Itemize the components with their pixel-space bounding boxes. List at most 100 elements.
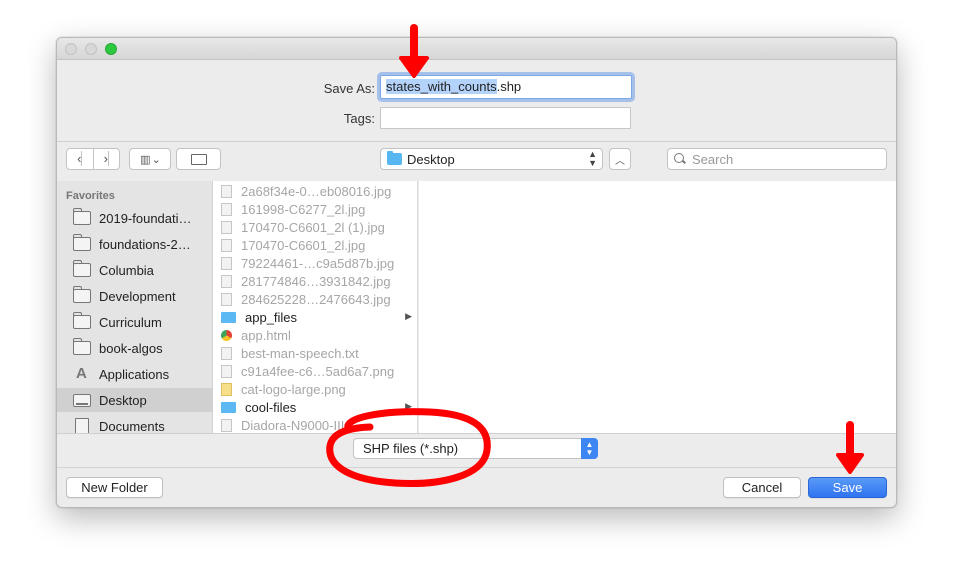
text-file-icon (221, 346, 232, 360)
sidebar-item-label: book-algos (99, 340, 163, 356)
sidebar-item-label: Documents (99, 418, 165, 434)
sidebar-item-curriculum[interactable]: Curriculum (57, 310, 212, 334)
folder-icon (73, 260, 91, 277)
zoom-window-button[interactable] (105, 43, 117, 55)
sidebar: Favorites 2019-foundati… foundations-2… … (57, 181, 213, 433)
image-file-icon (221, 364, 232, 378)
sidebar-item-label: Desktop (99, 392, 147, 408)
image-file-icon (221, 382, 232, 396)
cancel-button[interactable]: Cancel (723, 477, 801, 498)
view-mode-button[interactable]: ▥ ⌄ (129, 148, 171, 170)
search-placeholder: Search (692, 151, 734, 167)
tags-label: Tags: (343, 111, 375, 126)
file-name: c91a4fee-c6…5ad6a7.png (241, 363, 395, 379)
file-name: 161998-C6277_2l.jpg (241, 201, 366, 217)
list-item: 170470-C6601_2l (1).jpg (213, 218, 417, 236)
list-item: cat-logo-large.png (213, 380, 417, 398)
sidebar-item-label: 2019-foundati… (99, 210, 192, 226)
back-forward-buttons: ‹ › (66, 148, 120, 170)
list-item: 2a68f34e-0…eb08016.jpg (213, 182, 417, 200)
file-name: 281774846…3931842.jpg (241, 273, 391, 289)
sidebar-item-documents[interactable]: Documents (57, 414, 212, 434)
save-as-label: Save As: (323, 81, 375, 96)
image-file-icon (221, 418, 232, 432)
list-item: 170470-C6601_2l.jpg (213, 236, 417, 254)
list-item: 79224461-…c9a5d87b.jpg (213, 254, 417, 272)
sidebar-item-label: Applications (99, 366, 170, 382)
search-icon (674, 153, 686, 165)
folder-icon (387, 151, 402, 165)
file-name: 170470-C6601_2l (1).jpg (241, 219, 385, 235)
document-icon (75, 418, 89, 433)
chevron-up-icon: ︿ (615, 155, 625, 167)
folder-icon (221, 311, 236, 323)
list-item: 281774846…3931842.jpg (213, 272, 417, 290)
sidebar-item-development[interactable]: Development (57, 284, 212, 308)
disclosure-arrow-icon: ▶ (405, 311, 412, 321)
list-item: Diadora-N9000-III… (213, 416, 417, 433)
save-dialog: Save As: states_with_counts.shp Tags: ‹ … (56, 37, 897, 508)
button-bar-divider (57, 467, 896, 468)
desktop-icon (73, 393, 91, 407)
sidebar-header: Favorites (66, 190, 115, 202)
list-item: c91a4fee-c6…5ad6a7.png (213, 362, 417, 380)
new-folder-icon (190, 153, 207, 165)
search-field[interactable]: Search (667, 148, 887, 170)
filename-input[interactable]: states_with_counts.shp (380, 75, 632, 99)
filename-extension: .shp (496, 79, 522, 94)
list-item-folder[interactable]: cool-files ▶ (213, 398, 417, 416)
sidebar-item-columbia[interactable]: Columbia (57, 258, 212, 282)
file-name: app_files (245, 309, 298, 325)
file-format-value: SHP files (*.shp) (363, 441, 459, 456)
sidebar-item-book-algos[interactable]: book-algos (57, 336, 212, 360)
folder-icon (73, 208, 91, 225)
list-item: 161998-C6277_2l.jpg (213, 200, 417, 218)
new-folder-toolbar-button[interactable] (176, 148, 221, 170)
folder-icon (73, 338, 91, 355)
applications-icon (73, 365, 91, 382)
image-file-icon (221, 256, 232, 270)
forward-button[interactable]: › (94, 149, 120, 169)
location-label: Desktop (407, 151, 455, 167)
chevron-updown-icon: ▲ ▼ (588, 149, 597, 168)
minimize-window-button[interactable] (85, 43, 97, 55)
list-item-folder[interactable]: app_files ▶ (213, 308, 417, 326)
chevron-updown-icon: ▲ ▼ (581, 438, 598, 459)
toolbar-divider (57, 141, 896, 142)
collapse-dialog-button[interactable]: ︿ (609, 148, 631, 170)
file-name: cat-logo-large.png (241, 381, 346, 397)
folder-icon (73, 312, 91, 329)
sidebar-item-foundations-2[interactable]: foundations-2… (57, 232, 212, 256)
file-name: cool-files (245, 399, 297, 415)
sidebar-item-desktop[interactable]: Desktop (57, 388, 212, 412)
sidebar-item-label: Development (99, 288, 176, 304)
chrome-html-file-icon (221, 329, 232, 341)
location-popup[interactable]: Desktop ▲ ▼ (380, 148, 603, 170)
file-format-select[interactable]: SHP files (*.shp) ▲ ▼ (353, 438, 598, 459)
back-button[interactable]: ‹ (67, 149, 94, 169)
chevron-left-icon: ‹ (77, 151, 83, 166)
list-item: app.html (213, 326, 417, 344)
preview-pane (419, 181, 896, 433)
tags-input[interactable] (380, 107, 631, 129)
sidebar-item-2019-foundations[interactable]: 2019-foundati… (57, 206, 212, 230)
list-item: best-man-speech.txt (213, 344, 417, 362)
sidebar-item-applications[interactable]: Applications (57, 362, 212, 386)
disclosure-arrow-icon: ▶ (405, 401, 412, 411)
footer-divider (57, 433, 896, 434)
file-name: Diadora-N9000-III… (241, 417, 358, 433)
chevron-right-icon: › (103, 151, 109, 166)
new-folder-button[interactable]: New Folder (66, 477, 163, 498)
file-name: best-man-speech.txt (241, 345, 359, 361)
file-list: 2a68f34e-0…eb08016.jpg 161998-C6277_2l.j… (213, 181, 418, 433)
file-name: 2a68f34e-0…eb08016.jpg (241, 183, 392, 199)
folder-icon (221, 401, 236, 413)
image-file-icon (221, 292, 232, 306)
file-name: 170470-C6601_2l.jpg (241, 237, 366, 253)
sidebar-item-label: foundations-2… (99, 236, 191, 252)
close-window-button[interactable] (65, 43, 77, 55)
file-name: 79224461-…c9a5d87b.jpg (241, 255, 395, 271)
filename-selected-text: states_with_counts (386, 79, 497, 94)
folder-icon (73, 234, 91, 251)
save-button[interactable]: Save (808, 477, 887, 498)
